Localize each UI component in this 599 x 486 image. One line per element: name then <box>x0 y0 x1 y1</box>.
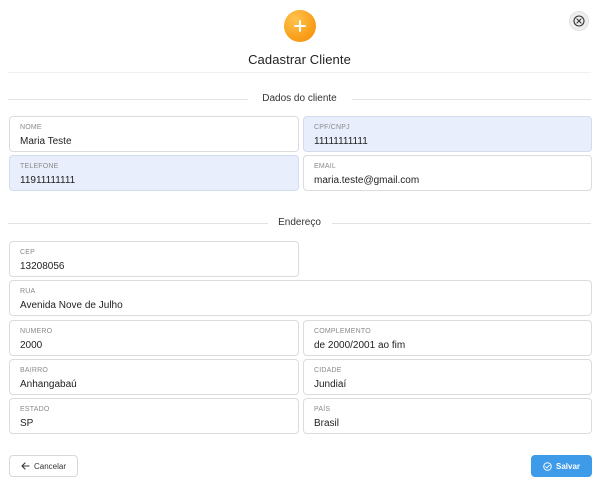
email-value: maria.teste@gmail.com <box>314 175 420 186</box>
email-field[interactable]: EMAIL maria.teste@gmail.com <box>303 155 592 191</box>
phone-field[interactable]: TELEFONE 11911111111 <box>9 155 299 191</box>
street-label: RUA <box>20 288 36 295</box>
section-client-label: Dados do cliente <box>252 93 347 104</box>
phone-value: 11911111111 <box>20 175 76 186</box>
state-value: SP <box>20 418 34 429</box>
state-field[interactable]: ESTADO SP <box>9 398 299 434</box>
name-field[interactable]: NOME Maria Teste <box>9 116 299 152</box>
email-label: EMAIL <box>314 163 337 170</box>
cep-label: CEP <box>20 249 35 256</box>
number-field[interactable]: NUMERO 2000 <box>9 320 299 356</box>
section-address-divider: Endereço <box>8 216 591 230</box>
page-title: Cadastrar Cliente <box>248 52 351 67</box>
cpf-cnpj-value: 11111111111 <box>314 136 368 147</box>
name-label: NOME <box>20 124 42 131</box>
save-button[interactable]: Salvar <box>531 455 592 477</box>
cep-field[interactable]: CEP 13208056 <box>9 241 299 277</box>
close-circle-icon <box>573 15 585 27</box>
cpf-cnpj-field[interactable]: CPF/CNPJ 11111111111 <box>303 116 592 152</box>
title-divider <box>8 72 591 73</box>
save-button-label: Salvar <box>555 461 581 471</box>
number-value: 2000 <box>20 340 43 351</box>
arrow-left-icon <box>21 462 30 470</box>
cpf-cnpj-label: CPF/CNPJ <box>314 124 350 131</box>
section-client-divider: Dados do cliente <box>8 92 591 106</box>
city-label: CIDADE <box>314 367 342 374</box>
section-address-label: Endereço <box>268 217 331 228</box>
cep-value: 13208056 <box>20 261 65 272</box>
country-field[interactable]: PAÍS Brasil <box>303 398 592 434</box>
neighborhood-label: BAIRRO <box>20 367 49 374</box>
phone-label: TELEFONE <box>20 163 59 170</box>
check-circle-icon <box>543 461 552 471</box>
complement-field[interactable]: COMPLEMENTO de 2000/2001 ao fim <box>303 320 592 356</box>
neighborhood-field[interactable]: BAIRRO Anhangabaú <box>9 359 299 395</box>
close-button[interactable] <box>569 11 589 31</box>
number-label: NUMERO <box>20 328 53 335</box>
country-value: Brasil <box>314 418 340 429</box>
name-value: Maria Teste <box>20 136 72 147</box>
cancel-button[interactable]: Cancelar <box>9 455 78 477</box>
city-field[interactable]: CIDADE Jundiaí <box>303 359 592 395</box>
complement-value: de 2000/2001 ao fim <box>314 340 406 351</box>
cancel-button-label: Cancelar <box>33 461 66 471</box>
complement-label: COMPLEMENTO <box>314 328 371 335</box>
neighborhood-value: Anhangabaú <box>20 379 77 390</box>
add-client-icon <box>284 10 316 42</box>
street-field[interactable]: RUA Avenida Nove de Julho <box>9 280 592 316</box>
state-label: ESTADO <box>20 406 50 413</box>
country-label: PAÍS <box>314 406 331 413</box>
street-value: Avenida Nove de Julho <box>20 300 123 311</box>
city-value: Jundiaí <box>314 379 347 390</box>
